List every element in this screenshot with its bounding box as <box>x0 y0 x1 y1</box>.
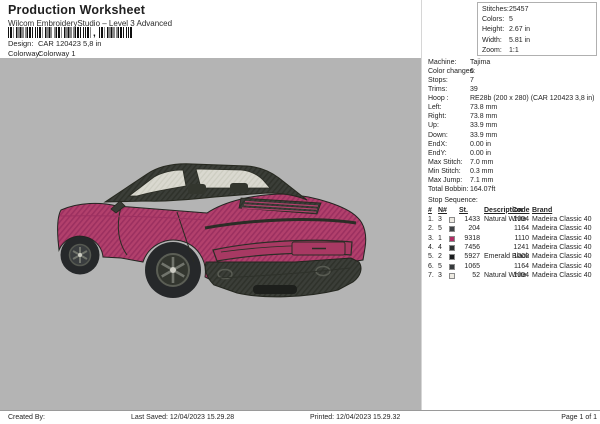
page-number: Page 1 of 1 <box>561 414 597 421</box>
info-trims: Trims: 39 <box>428 86 478 94</box>
design-stats-box: Stitches: 25457 Colors: 5 Height: 2.67 in W… <box>477 2 597 56</box>
info-endy: EndY: 0.00 in <box>428 149 492 157</box>
info-min-stitch: Min Stitch: 0.3 mm <box>428 167 494 175</box>
panel-divider <box>421 0 422 411</box>
rear-bumper <box>204 257 362 298</box>
design-row: Design: CAR 120423 5,8 in <box>8 39 101 48</box>
stop-sequence-section: Stop Sequence: # N# St. Description Code… <box>428 197 598 282</box>
info-left: Left: 73.8 mm <box>428 104 498 112</box>
design-canvas <box>0 58 421 410</box>
thread-swatch <box>449 245 455 252</box>
colorway-row: Colorway:Colorway 1 <box>8 49 76 58</box>
stat-zoom: Zoom: 1:1 <box>482 46 519 54</box>
barcode-separator: , <box>93 28 96 39</box>
rear-wheel <box>145 242 201 298</box>
stat-width: Width: 5.81 in <box>482 36 531 44</box>
design-barcode: , <box>8 27 132 39</box>
front-wheel <box>60 235 100 275</box>
table-row: 7. 3 52 Natural White 1004 Madeira Classic … <box>428 272 592 280</box>
info-hoop: Hoop : RE28b (200 x 280) (CAR 120423 3,8 … <box>428 95 595 103</box>
colorway-label: Colorway: <box>8 48 42 58</box>
thread-swatch <box>449 254 455 261</box>
machine-info-panel: Machine: Tajima Color changes: 6 Stops: 7 T… <box>428 59 600 195</box>
info-up: Up: 33.9 mm <box>428 122 498 130</box>
info-stops: Stops: 7 <box>428 77 474 85</box>
thread-swatch <box>449 235 455 242</box>
created-by-label: Created By: <box>8 414 45 421</box>
colorway-value: Colorway 1 <box>38 48 76 58</box>
thread-swatch <box>449 273 455 280</box>
info-machine: Machine: Tajima <box>428 59 491 66</box>
production-worksheet-page: Production Worksheet Wilcom EmbroiderySt… <box>0 0 600 424</box>
info-endx: EndX: 0.00 in <box>428 140 492 148</box>
design-value: CAR 120423 5,8 in <box>38 39 102 48</box>
table-row: 1. 3 1433 Natural White 1004 Madeira Classi… <box>428 215 592 223</box>
info-color-changes: Color changes: 6 <box>428 68 476 76</box>
stat-stitches: Stitches: 25457 <box>482 6 529 13</box>
info-total-bobbin: Total Bobbin: 164.07ft <box>428 185 496 193</box>
info-down: Down: 33.9 mm <box>428 131 498 139</box>
stat-colors: Colors: 5 <box>482 16 513 24</box>
table-row: 6. 5 1065 1164 Madeira Classic 40 <box>428 262 592 270</box>
barcode-bars-right <box>98 27 132 38</box>
info-max-stitch: Max Stitch: 7.0 mm <box>428 158 494 166</box>
car-embroidery-design <box>57 163 367 298</box>
license-plate <box>291 241 346 256</box>
stat-height: Height: 2.67 in <box>482 26 531 34</box>
info-right: Right: 73.8 mm <box>428 113 498 121</box>
stop-sequence-header: # N# St. Description Code Brand <box>428 206 553 214</box>
barcode-bars-left <box>8 27 92 38</box>
table-row: 2. 5 204 1164 Madeira Classic 40 <box>428 225 592 233</box>
table-row: 3. 1 9318 1110 Madeira Classic 40 <box>428 234 592 242</box>
table-row: 4. 4 7456 1241 Madeira Classic 40 <box>428 244 592 252</box>
stop-sequence-title: Stop Sequence: <box>428 197 478 204</box>
last-saved-label: Last Saved: 12/04/2023 15.29.28 <box>131 414 235 421</box>
table-row: 5. 2 5927 Emerald Black 1000 Madeira Classi… <box>428 253 592 261</box>
thread-swatch <box>449 216 455 223</box>
printed-label: Printed: 12/04/2023 15.29.32 <box>310 414 401 421</box>
page-title: Production Worksheet <box>8 3 146 17</box>
design-label: Design: <box>8 39 34 48</box>
footer: Created By: Last Saved: 12/04/2023 15.29… <box>0 410 600 424</box>
info-max-jump: Max Jump: 7.1 mm <box>428 176 494 184</box>
thread-swatch <box>449 226 455 233</box>
thread-swatch <box>449 263 455 270</box>
